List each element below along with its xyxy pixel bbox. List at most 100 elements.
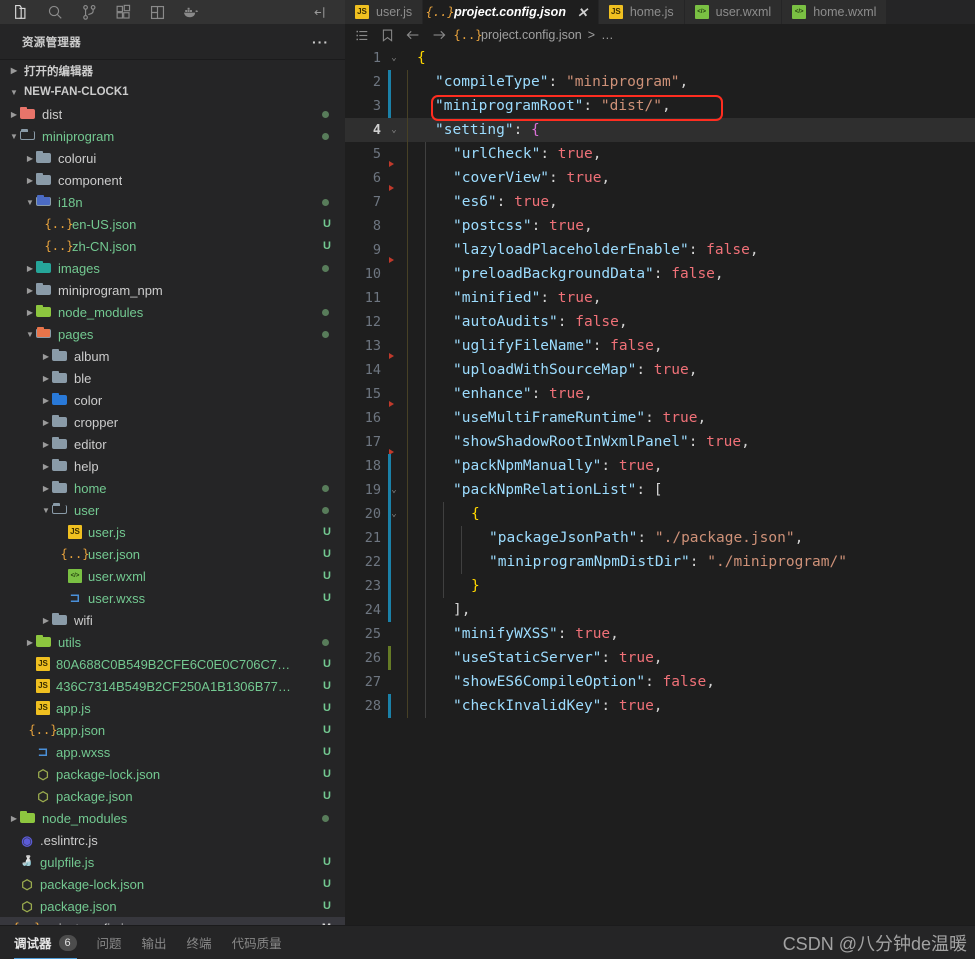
tree-folder-row[interactable]: ▶ node_modules — [0, 807, 345, 829]
fold-chevron-icon[interactable]: ⌄ — [387, 53, 401, 63]
panel-tab-终端[interactable]: 终端 — [187, 926, 212, 959]
tree-folder-row[interactable]: ▶ utils — [0, 631, 345, 653]
code-line[interactable]: 18 "packNpmManually": true, — [345, 454, 975, 478]
close-icon[interactable]: ✕ — [577, 6, 588, 19]
tree-folder-row[interactable]: ▼ user — [0, 499, 345, 521]
source-control-icon[interactable] — [72, 0, 106, 24]
tree-file-row[interactable]: ⬡ package-lock.json U — [0, 763, 345, 785]
code-line[interactable]: 25 "minifyWXSS": true, — [345, 622, 975, 646]
code-line[interactable]: 21 "packageJsonPath": "./package.json", — [345, 526, 975, 550]
tree-file-row[interactable]: ⬡ package.json U — [0, 895, 345, 917]
tree-folder-row[interactable]: ▶ node_modules — [0, 301, 345, 323]
open-editors-section[interactable]: ▶ 打开的编辑器 — [0, 59, 345, 81]
code-line[interactable]: 10 "preloadBackgroundData": false, — [345, 262, 975, 286]
editor-tab-user-wxml[interactable]: </> user.wxml — [684, 0, 783, 24]
tree-file-row[interactable]: ⊐ user.wxss U — [0, 587, 345, 609]
fold-chevron-icon[interactable]: ⌄ — [387, 125, 401, 135]
collapse-sidebar-icon[interactable] — [303, 0, 337, 24]
bookmark-icon[interactable] — [380, 28, 395, 43]
sidebar-more-actions-icon[interactable]: ··· — [312, 34, 329, 50]
extensions-icon[interactable] — [106, 0, 140, 24]
tree-folder-row[interactable]: ▼ i18n — [0, 191, 345, 213]
tree-file-row[interactable]: {..} app.json U — [0, 719, 345, 741]
code-line[interactable]: 3 "miniprogramRoot": "dist/", — [345, 94, 975, 118]
indent-guide — [443, 550, 444, 574]
tree-folder-row[interactable]: ▶ images — [0, 257, 345, 279]
code-line[interactable]: 20 ⌄{ — [345, 502, 975, 526]
tree-folder-row[interactable]: ▶ ble — [0, 367, 345, 389]
tree-folder-row[interactable]: ▶ colorui — [0, 147, 345, 169]
code-line[interactable]: 22 "miniprogramNpmDistDir": "./miniprogra… — [345, 550, 975, 574]
tree-folder-row[interactable]: ▶ wifi — [0, 609, 345, 631]
tree-folder-row[interactable]: ▼ miniprogram — [0, 125, 345, 147]
code-line[interactable]: 24], — [345, 598, 975, 622]
tree-file-row[interactable]: 🍶 gulpfile.js U — [0, 851, 345, 873]
panel-tab-代码质量[interactable]: 代码质量 — [232, 926, 282, 959]
chevron-down-icon: ▼ — [26, 197, 34, 207]
code-line[interactable]: 6 "coverView": true, — [345, 166, 975, 191]
code-line[interactable]: 8 "postcss": true, — [345, 214, 975, 238]
breadcrumb-file[interactable]: project.config.json — [481, 28, 582, 42]
tree-file-row[interactable]: JS app.js U — [0, 697, 345, 719]
back-arrow-icon[interactable] — [405, 27, 421, 43]
tree-file-row[interactable]: {..}project.config.jsonM — [0, 917, 345, 925]
tree-file-row[interactable]: {..} user.json U — [0, 543, 345, 565]
tree-folder-row[interactable]: ▶ editor — [0, 433, 345, 455]
code-line[interactable]: 14 "uploadWithSourceMap": true, — [345, 358, 975, 382]
tree-file-row[interactable]: ⬡ package.json U — [0, 785, 345, 807]
code-line[interactable]: 1 ⌄ { — [345, 46, 975, 70]
tree-folder-row[interactable]: ▶ album — [0, 345, 345, 367]
breadcrumb-tail[interactable]: … — [601, 28, 614, 42]
editor-tab-project-config-json[interactable]: {..} project.config.json ✕ — [423, 0, 599, 24]
code-line[interactable]: 17 "showShadowRootInWxmlPanel": true, — [345, 430, 975, 455]
tree-file-row[interactable]: ⊐ app.wxss U — [0, 741, 345, 763]
tree-folder-row[interactable]: ▶ dist — [0, 103, 345, 125]
code-line[interactable]: 19 ⌄ "packNpmRelationList": [ — [345, 478, 975, 502]
code-line[interactable]: 2 "compileType": "miniprogram", — [345, 70, 975, 94]
tree-file-row[interactable]: ⬡ package-lock.json U — [0, 873, 345, 895]
tree-file-row[interactable]: JS 80A688C0B549B2CFE6C0E0C706C7… U — [0, 653, 345, 675]
panel-tab-输出[interactable]: 输出 — [142, 926, 167, 959]
tree-folder-row[interactable]: ▼ pages — [0, 323, 345, 345]
docker-icon[interactable] — [174, 0, 208, 24]
breadcrumb-path[interactable]: {..} project.config.json > … — [454, 28, 614, 42]
workspace-section[interactable]: ▼ NEW-FAN-CLOCK1 — [0, 81, 345, 103]
tree-folder-row[interactable]: ▶ color — [0, 389, 345, 411]
tree-file-row[interactable]: {..} en-US.json U — [0, 213, 345, 235]
code-line[interactable]: 11 "minified": true, — [345, 286, 975, 310]
code-editor[interactable]: 1 ⌄ {2 "compileType": "miniprogram", 3 "minip… — [345, 46, 975, 925]
tree-item-label: ble — [74, 370, 92, 386]
tree-file-row[interactable]: ◉ .eslintrc.js — [0, 829, 345, 851]
code-line[interactable]: 9 "lazyloadPlaceholderEnable": false, — [345, 238, 975, 263]
testing-icon[interactable] — [140, 0, 174, 24]
code-line[interactable]: 28 "checkInvalidKey": true, — [345, 694, 975, 718]
tree-folder-row[interactable]: ▶ home — [0, 477, 345, 499]
tree-folder-row[interactable]: ▶ miniprogram_npm — [0, 279, 345, 301]
code-line[interactable]: 13 "uglifyFileName": false, — [345, 334, 975, 359]
tree-file-row[interactable]: {..} zh-CN.json U — [0, 235, 345, 257]
editor-tab-home-wxml[interactable]: </> home.wxml — [782, 0, 888, 24]
forward-arrow-icon[interactable] — [431, 27, 447, 43]
explorer-icon[interactable] — [4, 0, 38, 24]
editor-tab-user-js[interactable]: JS user.js — [345, 0, 424, 24]
tree-file-row[interactable]: JS 436C7314B549B2CF250A1B1306B77… U — [0, 675, 345, 697]
panel-tab-调试器[interactable]: 调试器 6 — [14, 926, 77, 959]
panel-tab-问题[interactable]: 问题 — [97, 926, 122, 959]
code-line[interactable]: 26 "useStaticServer": true, — [345, 646, 975, 670]
code-line[interactable]: 27 "showES6CompileOption": false, — [345, 670, 975, 694]
code-line[interactable]: 16 "useMultiFrameRuntime": true, — [345, 406, 975, 430]
code-line[interactable]: 4 ⌄ "setting": { — [345, 118, 975, 142]
code-line[interactable]: 5 "urlCheck": true, — [345, 142, 975, 167]
tree-folder-row[interactable]: ▶ help — [0, 455, 345, 477]
code-line[interactable]: 23} — [345, 574, 975, 598]
code-line[interactable]: 15 "enhance": true, — [345, 382, 975, 407]
tree-file-row[interactable]: JS user.js U — [0, 521, 345, 543]
tree-folder-row[interactable]: ▶ cropper — [0, 411, 345, 433]
editor-tab-home-js[interactable]: JS home.js — [598, 0, 685, 24]
code-line[interactable]: 12 "autoAudits": false, — [345, 310, 975, 334]
outline-list-icon[interactable] — [355, 28, 370, 43]
tree-file-row[interactable]: </> user.wxml U — [0, 565, 345, 587]
tree-folder-row[interactable]: ▶ component — [0, 169, 345, 191]
code-line[interactable]: 7 "es6": true, — [345, 190, 975, 214]
search-icon[interactable] — [38, 0, 72, 24]
